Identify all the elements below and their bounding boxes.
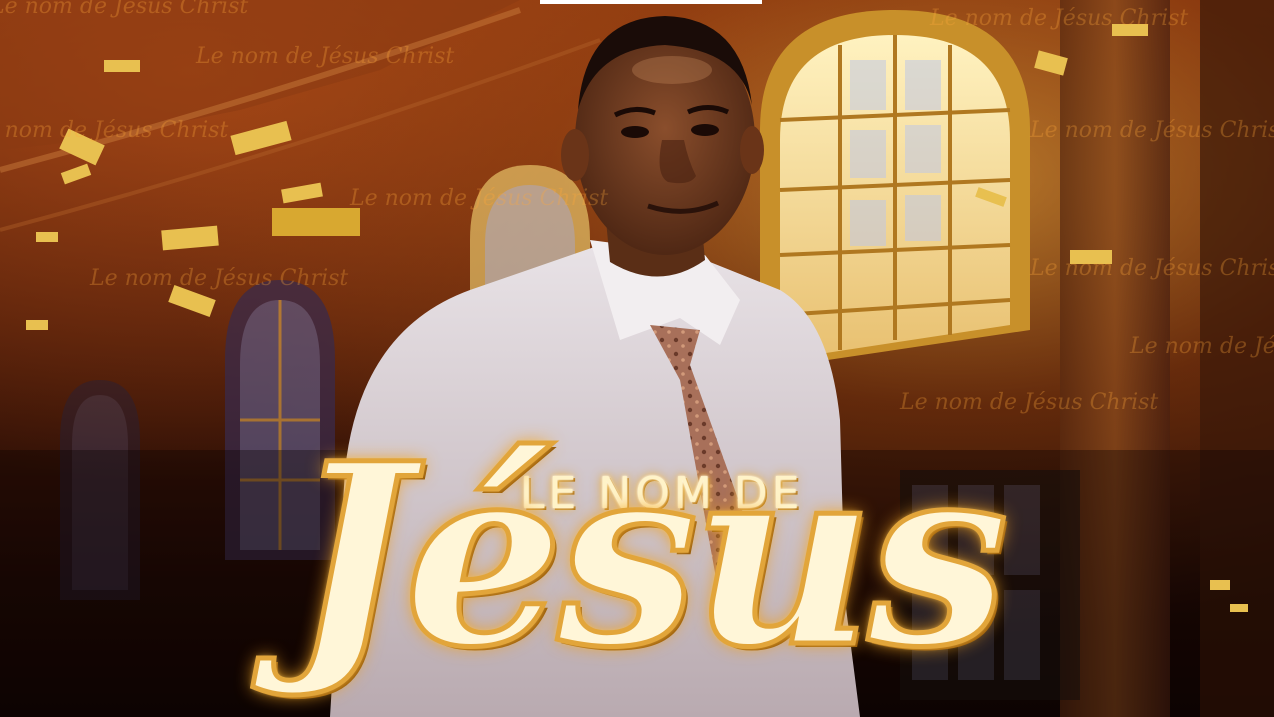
watermark-text: Le nom de Jésus Christ xyxy=(350,186,609,211)
top-banner-edge xyxy=(540,0,762,4)
title-jesus: Jésus xyxy=(290,408,1012,702)
poster: Le nom de Jésus Christ Le nom de Jésus C… xyxy=(0,0,1274,717)
watermark-text: Le nom de Jésus Christ xyxy=(0,118,229,143)
watermark-text: Le nom de Jésus Christ xyxy=(0,0,249,19)
watermark-text: Le nom de Jésus Christ xyxy=(90,266,349,291)
watermark-text: Le nom de Jésus Christ xyxy=(1030,118,1274,143)
watermark-text: Le nom de Jésus Christ xyxy=(1030,256,1274,281)
watermark-text: Le nom de Jésus Christ xyxy=(1130,334,1274,359)
watermark-text: Le nom de Jésus Christ xyxy=(930,6,1189,31)
watermark-text: Le nom de Jésus Christ xyxy=(196,44,455,69)
